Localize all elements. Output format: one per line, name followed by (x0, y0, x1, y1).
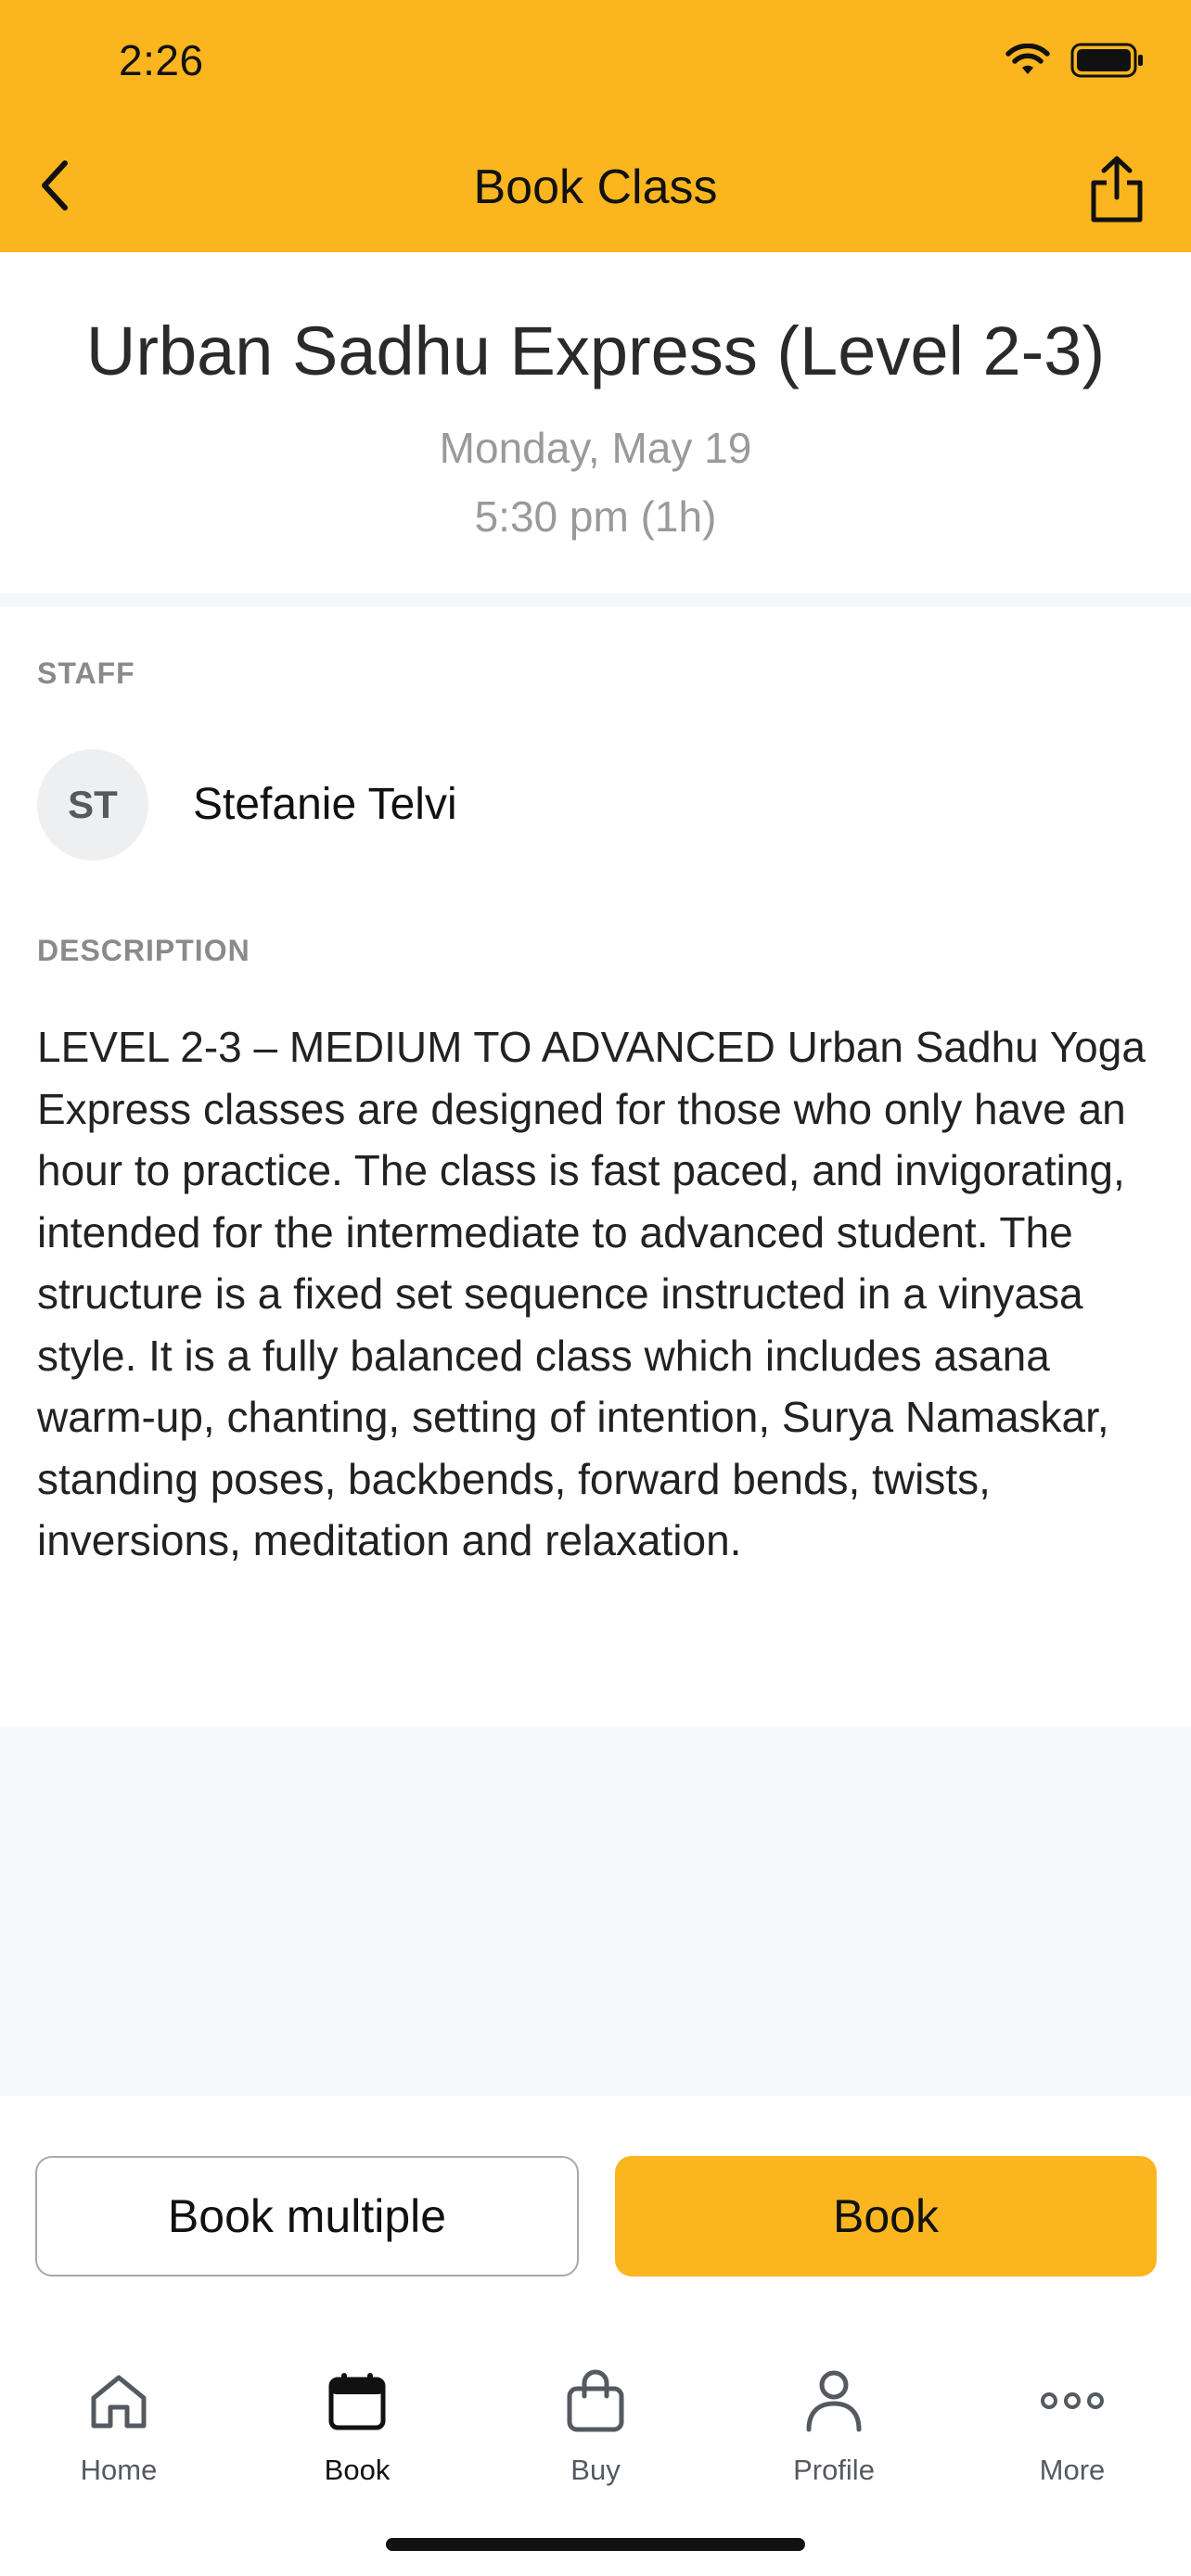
tab-home[interactable]: Home (0, 2337, 237, 2487)
book-class-screen: 2:26 Book Class Urban Sadhu Express (Lev… (0, 0, 1191, 2576)
class-description: LEVEL 2-3 – MEDIUM TO ADVANCED Urban Sad… (37, 1023, 1146, 1564)
page-title: Book Class (473, 160, 718, 214)
status-time: 2:26 (119, 36, 204, 84)
section-divider (0, 593, 1191, 606)
avatar[interactable]: ST (37, 749, 148, 861)
person-icon (792, 2359, 876, 2442)
tab-label-home: Home (80, 2454, 158, 2486)
home-indicator[interactable] (386, 2538, 805, 2551)
more-dots-icon (1031, 2359, 1114, 2442)
wifi-icon (1005, 43, 1050, 82)
tab-more[interactable]: More (954, 2337, 1191, 2487)
tab-label-buy: Buy (570, 2454, 621, 2486)
share-button[interactable] (1080, 148, 1154, 232)
status-icons (1005, 43, 1145, 83)
tab-label-more: More (1039, 2454, 1106, 2486)
description-section-label: DESCRIPTION (37, 934, 250, 967)
content-spacer (0, 1727, 1191, 2096)
share-icon (1091, 156, 1143, 223)
class-title: Urban Sadhu Express (Level 2-3) (85, 312, 1106, 389)
staff-name[interactable]: Stefanie Telvi (193, 779, 457, 830)
calendar-icon (315, 2359, 399, 2442)
home-icon (77, 2359, 160, 2442)
shopping-bag-icon (554, 2359, 637, 2442)
tab-bar: Home Book Buy Profile More (0, 2337, 1191, 2504)
book-button[interactable]: Book (615, 2156, 1157, 2276)
class-time: 5:30 pm (1h) (474, 492, 717, 541)
tab-label-profile: Profile (793, 2454, 875, 2486)
tab-buy[interactable]: Buy (477, 2337, 714, 2487)
class-date: Monday, May 19 (439, 424, 752, 472)
tab-label-book: Book (324, 2454, 391, 2486)
staff-section-label: STAFF (37, 657, 135, 690)
book-multiple-button[interactable]: Book multiple (35, 2156, 579, 2276)
tab-book[interactable]: Book (238, 2337, 476, 2487)
battery-icon (1070, 43, 1145, 83)
header: 2:26 Book Class (0, 0, 1191, 252)
tab-profile[interactable]: Profile (715, 2337, 953, 2487)
